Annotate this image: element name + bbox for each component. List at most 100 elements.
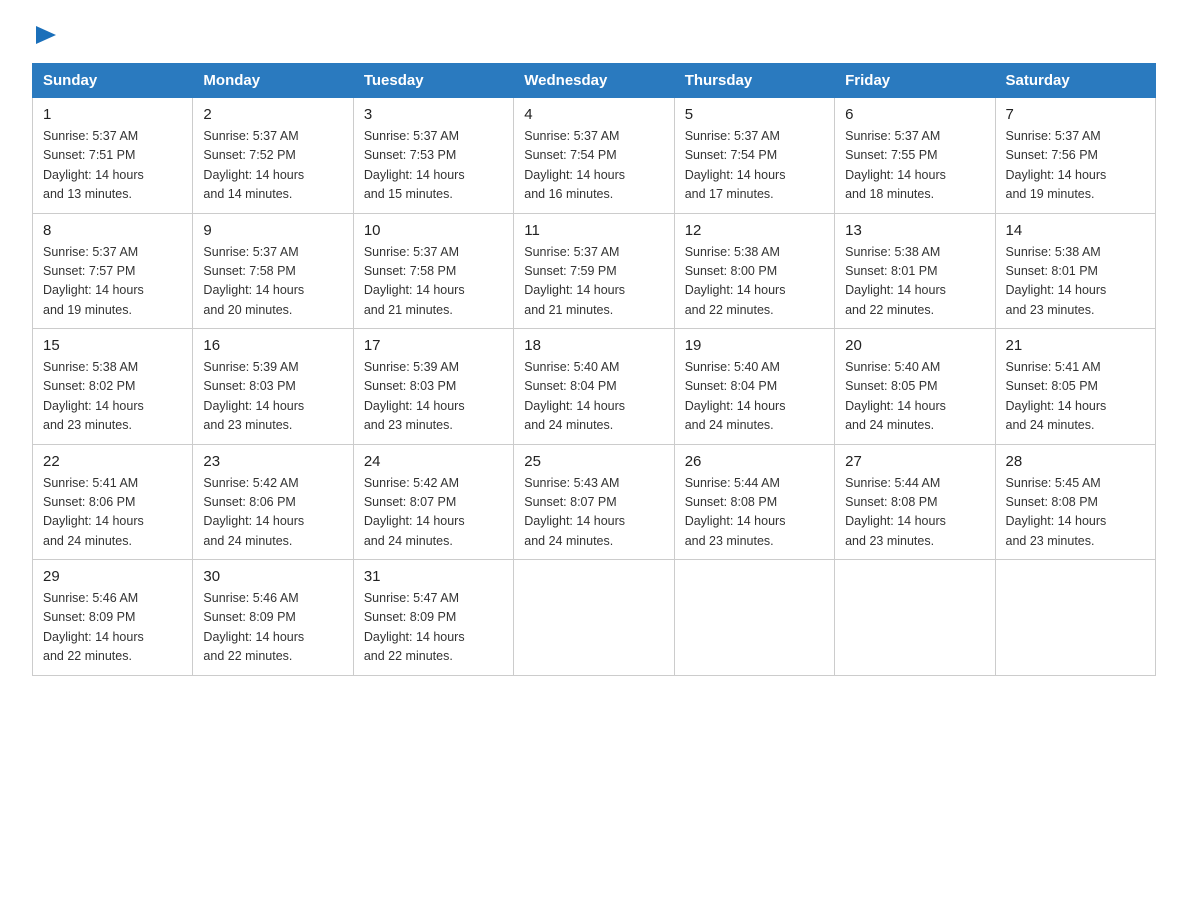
day-number: 29 [43,568,182,585]
day-info: Sunrise: 5:37 AMSunset: 7:51 PMDaylight:… [43,129,144,201]
day-info: Sunrise: 5:37 AMSunset: 7:58 PMDaylight:… [203,245,304,317]
day-number: 26 [685,453,824,470]
day-number: 28 [1006,453,1145,470]
day-info: Sunrise: 5:42 AMSunset: 8:06 PMDaylight:… [203,476,304,548]
day-number: 1 [43,106,182,123]
day-number: 16 [203,337,342,354]
day-number: 31 [364,568,503,585]
day-number: 21 [1006,337,1145,354]
calendar-cell: 6 Sunrise: 5:37 AMSunset: 7:55 PMDayligh… [835,98,995,214]
day-info: Sunrise: 5:44 AMSunset: 8:08 PMDaylight:… [685,476,786,548]
logo-triangle-icon [36,26,56,49]
day-info: Sunrise: 5:37 AMSunset: 7:58 PMDaylight:… [364,245,465,317]
day-number: 9 [203,222,342,239]
calendar-cell: 24 Sunrise: 5:42 AMSunset: 8:07 PMDaylig… [353,444,513,560]
day-number: 4 [524,106,663,123]
weekday-header-monday: Monday [193,64,353,98]
calendar-cell: 15 Sunrise: 5:38 AMSunset: 8:02 PMDaylig… [33,329,193,445]
day-info: Sunrise: 5:37 AMSunset: 7:55 PMDaylight:… [845,129,946,201]
day-info: Sunrise: 5:44 AMSunset: 8:08 PMDaylight:… [845,476,946,548]
day-info: Sunrise: 5:42 AMSunset: 8:07 PMDaylight:… [364,476,465,548]
page-header [32,24,1156,47]
calendar-week-row: 15 Sunrise: 5:38 AMSunset: 8:02 PMDaylig… [33,329,1156,445]
weekday-header-thursday: Thursday [674,64,834,98]
day-info: Sunrise: 5:38 AMSunset: 8:02 PMDaylight:… [43,360,144,432]
day-number: 2 [203,106,342,123]
calendar-table: SundayMondayTuesdayWednesdayThursdayFrid… [32,63,1156,676]
day-info: Sunrise: 5:37 AMSunset: 7:52 PMDaylight:… [203,129,304,201]
day-info: Sunrise: 5:39 AMSunset: 8:03 PMDaylight:… [203,360,304,432]
day-info: Sunrise: 5:41 AMSunset: 8:06 PMDaylight:… [43,476,144,548]
day-number: 22 [43,453,182,470]
weekday-header-tuesday: Tuesday [353,64,513,98]
calendar-cell: 1 Sunrise: 5:37 AMSunset: 7:51 PMDayligh… [33,98,193,214]
day-number: 20 [845,337,984,354]
calendar-cell: 7 Sunrise: 5:37 AMSunset: 7:56 PMDayligh… [995,98,1155,214]
day-info: Sunrise: 5:47 AMSunset: 8:09 PMDaylight:… [364,591,465,663]
day-number: 19 [685,337,824,354]
day-info: Sunrise: 5:40 AMSunset: 8:04 PMDaylight:… [524,360,625,432]
calendar-cell [514,560,674,676]
day-number: 18 [524,337,663,354]
calendar-cell [995,560,1155,676]
day-number: 3 [364,106,503,123]
day-info: Sunrise: 5:45 AMSunset: 8:08 PMDaylight:… [1006,476,1107,548]
day-number: 5 [685,106,824,123]
day-number: 12 [685,222,824,239]
day-number: 30 [203,568,342,585]
day-info: Sunrise: 5:46 AMSunset: 8:09 PMDaylight:… [43,591,144,663]
calendar-week-row: 29 Sunrise: 5:46 AMSunset: 8:09 PMDaylig… [33,560,1156,676]
calendar-cell: 29 Sunrise: 5:46 AMSunset: 8:09 PMDaylig… [33,560,193,676]
day-number: 14 [1006,222,1145,239]
calendar-cell: 20 Sunrise: 5:40 AMSunset: 8:05 PMDaylig… [835,329,995,445]
day-info: Sunrise: 5:37 AMSunset: 7:54 PMDaylight:… [524,129,625,201]
calendar-cell: 26 Sunrise: 5:44 AMSunset: 8:08 PMDaylig… [674,444,834,560]
day-info: Sunrise: 5:37 AMSunset: 7:54 PMDaylight:… [685,129,786,201]
day-number: 24 [364,453,503,470]
calendar-cell: 23 Sunrise: 5:42 AMSunset: 8:06 PMDaylig… [193,444,353,560]
calendar-week-row: 8 Sunrise: 5:37 AMSunset: 7:57 PMDayligh… [33,213,1156,329]
calendar-cell: 27 Sunrise: 5:44 AMSunset: 8:08 PMDaylig… [835,444,995,560]
calendar-cell: 3 Sunrise: 5:37 AMSunset: 7:53 PMDayligh… [353,98,513,214]
calendar-cell: 2 Sunrise: 5:37 AMSunset: 7:52 PMDayligh… [193,98,353,214]
calendar-cell: 4 Sunrise: 5:37 AMSunset: 7:54 PMDayligh… [514,98,674,214]
day-info: Sunrise: 5:37 AMSunset: 7:57 PMDaylight:… [43,245,144,317]
calendar-cell: 18 Sunrise: 5:40 AMSunset: 8:04 PMDaylig… [514,329,674,445]
calendar-cell: 17 Sunrise: 5:39 AMSunset: 8:03 PMDaylig… [353,329,513,445]
calendar-cell: 31 Sunrise: 5:47 AMSunset: 8:09 PMDaylig… [353,560,513,676]
day-info: Sunrise: 5:37 AMSunset: 7:56 PMDaylight:… [1006,129,1107,201]
day-number: 13 [845,222,984,239]
day-info: Sunrise: 5:40 AMSunset: 8:04 PMDaylight:… [685,360,786,432]
day-info: Sunrise: 5:39 AMSunset: 8:03 PMDaylight:… [364,360,465,432]
day-number: 7 [1006,106,1145,123]
day-number: 15 [43,337,182,354]
day-number: 27 [845,453,984,470]
day-info: Sunrise: 5:40 AMSunset: 8:05 PMDaylight:… [845,360,946,432]
calendar-cell: 19 Sunrise: 5:40 AMSunset: 8:04 PMDaylig… [674,329,834,445]
calendar-cell: 5 Sunrise: 5:37 AMSunset: 7:54 PMDayligh… [674,98,834,214]
weekday-header-saturday: Saturday [995,64,1155,98]
calendar-cell: 25 Sunrise: 5:43 AMSunset: 8:07 PMDaylig… [514,444,674,560]
day-info: Sunrise: 5:38 AMSunset: 8:00 PMDaylight:… [685,245,786,317]
day-number: 10 [364,222,503,239]
calendar-cell: 30 Sunrise: 5:46 AMSunset: 8:09 PMDaylig… [193,560,353,676]
day-number: 23 [203,453,342,470]
day-info: Sunrise: 5:37 AMSunset: 7:59 PMDaylight:… [524,245,625,317]
calendar-week-row: 22 Sunrise: 5:41 AMSunset: 8:06 PMDaylig… [33,444,1156,560]
calendar-cell: 8 Sunrise: 5:37 AMSunset: 7:57 PMDayligh… [33,213,193,329]
calendar-cell: 21 Sunrise: 5:41 AMSunset: 8:05 PMDaylig… [995,329,1155,445]
calendar-cell: 9 Sunrise: 5:37 AMSunset: 7:58 PMDayligh… [193,213,353,329]
calendar-cell: 13 Sunrise: 5:38 AMSunset: 8:01 PMDaylig… [835,213,995,329]
day-info: Sunrise: 5:38 AMSunset: 8:01 PMDaylight:… [845,245,946,317]
day-number: 6 [845,106,984,123]
day-number: 25 [524,453,663,470]
weekday-header-friday: Friday [835,64,995,98]
calendar-cell: 28 Sunrise: 5:45 AMSunset: 8:08 PMDaylig… [995,444,1155,560]
calendar-cell: 22 Sunrise: 5:41 AMSunset: 8:06 PMDaylig… [33,444,193,560]
weekday-header-row: SundayMondayTuesdayWednesdayThursdayFrid… [33,64,1156,98]
calendar-cell: 16 Sunrise: 5:39 AMSunset: 8:03 PMDaylig… [193,329,353,445]
day-info: Sunrise: 5:41 AMSunset: 8:05 PMDaylight:… [1006,360,1107,432]
day-info: Sunrise: 5:38 AMSunset: 8:01 PMDaylight:… [1006,245,1107,317]
day-info: Sunrise: 5:43 AMSunset: 8:07 PMDaylight:… [524,476,625,548]
weekday-header-wednesday: Wednesday [514,64,674,98]
